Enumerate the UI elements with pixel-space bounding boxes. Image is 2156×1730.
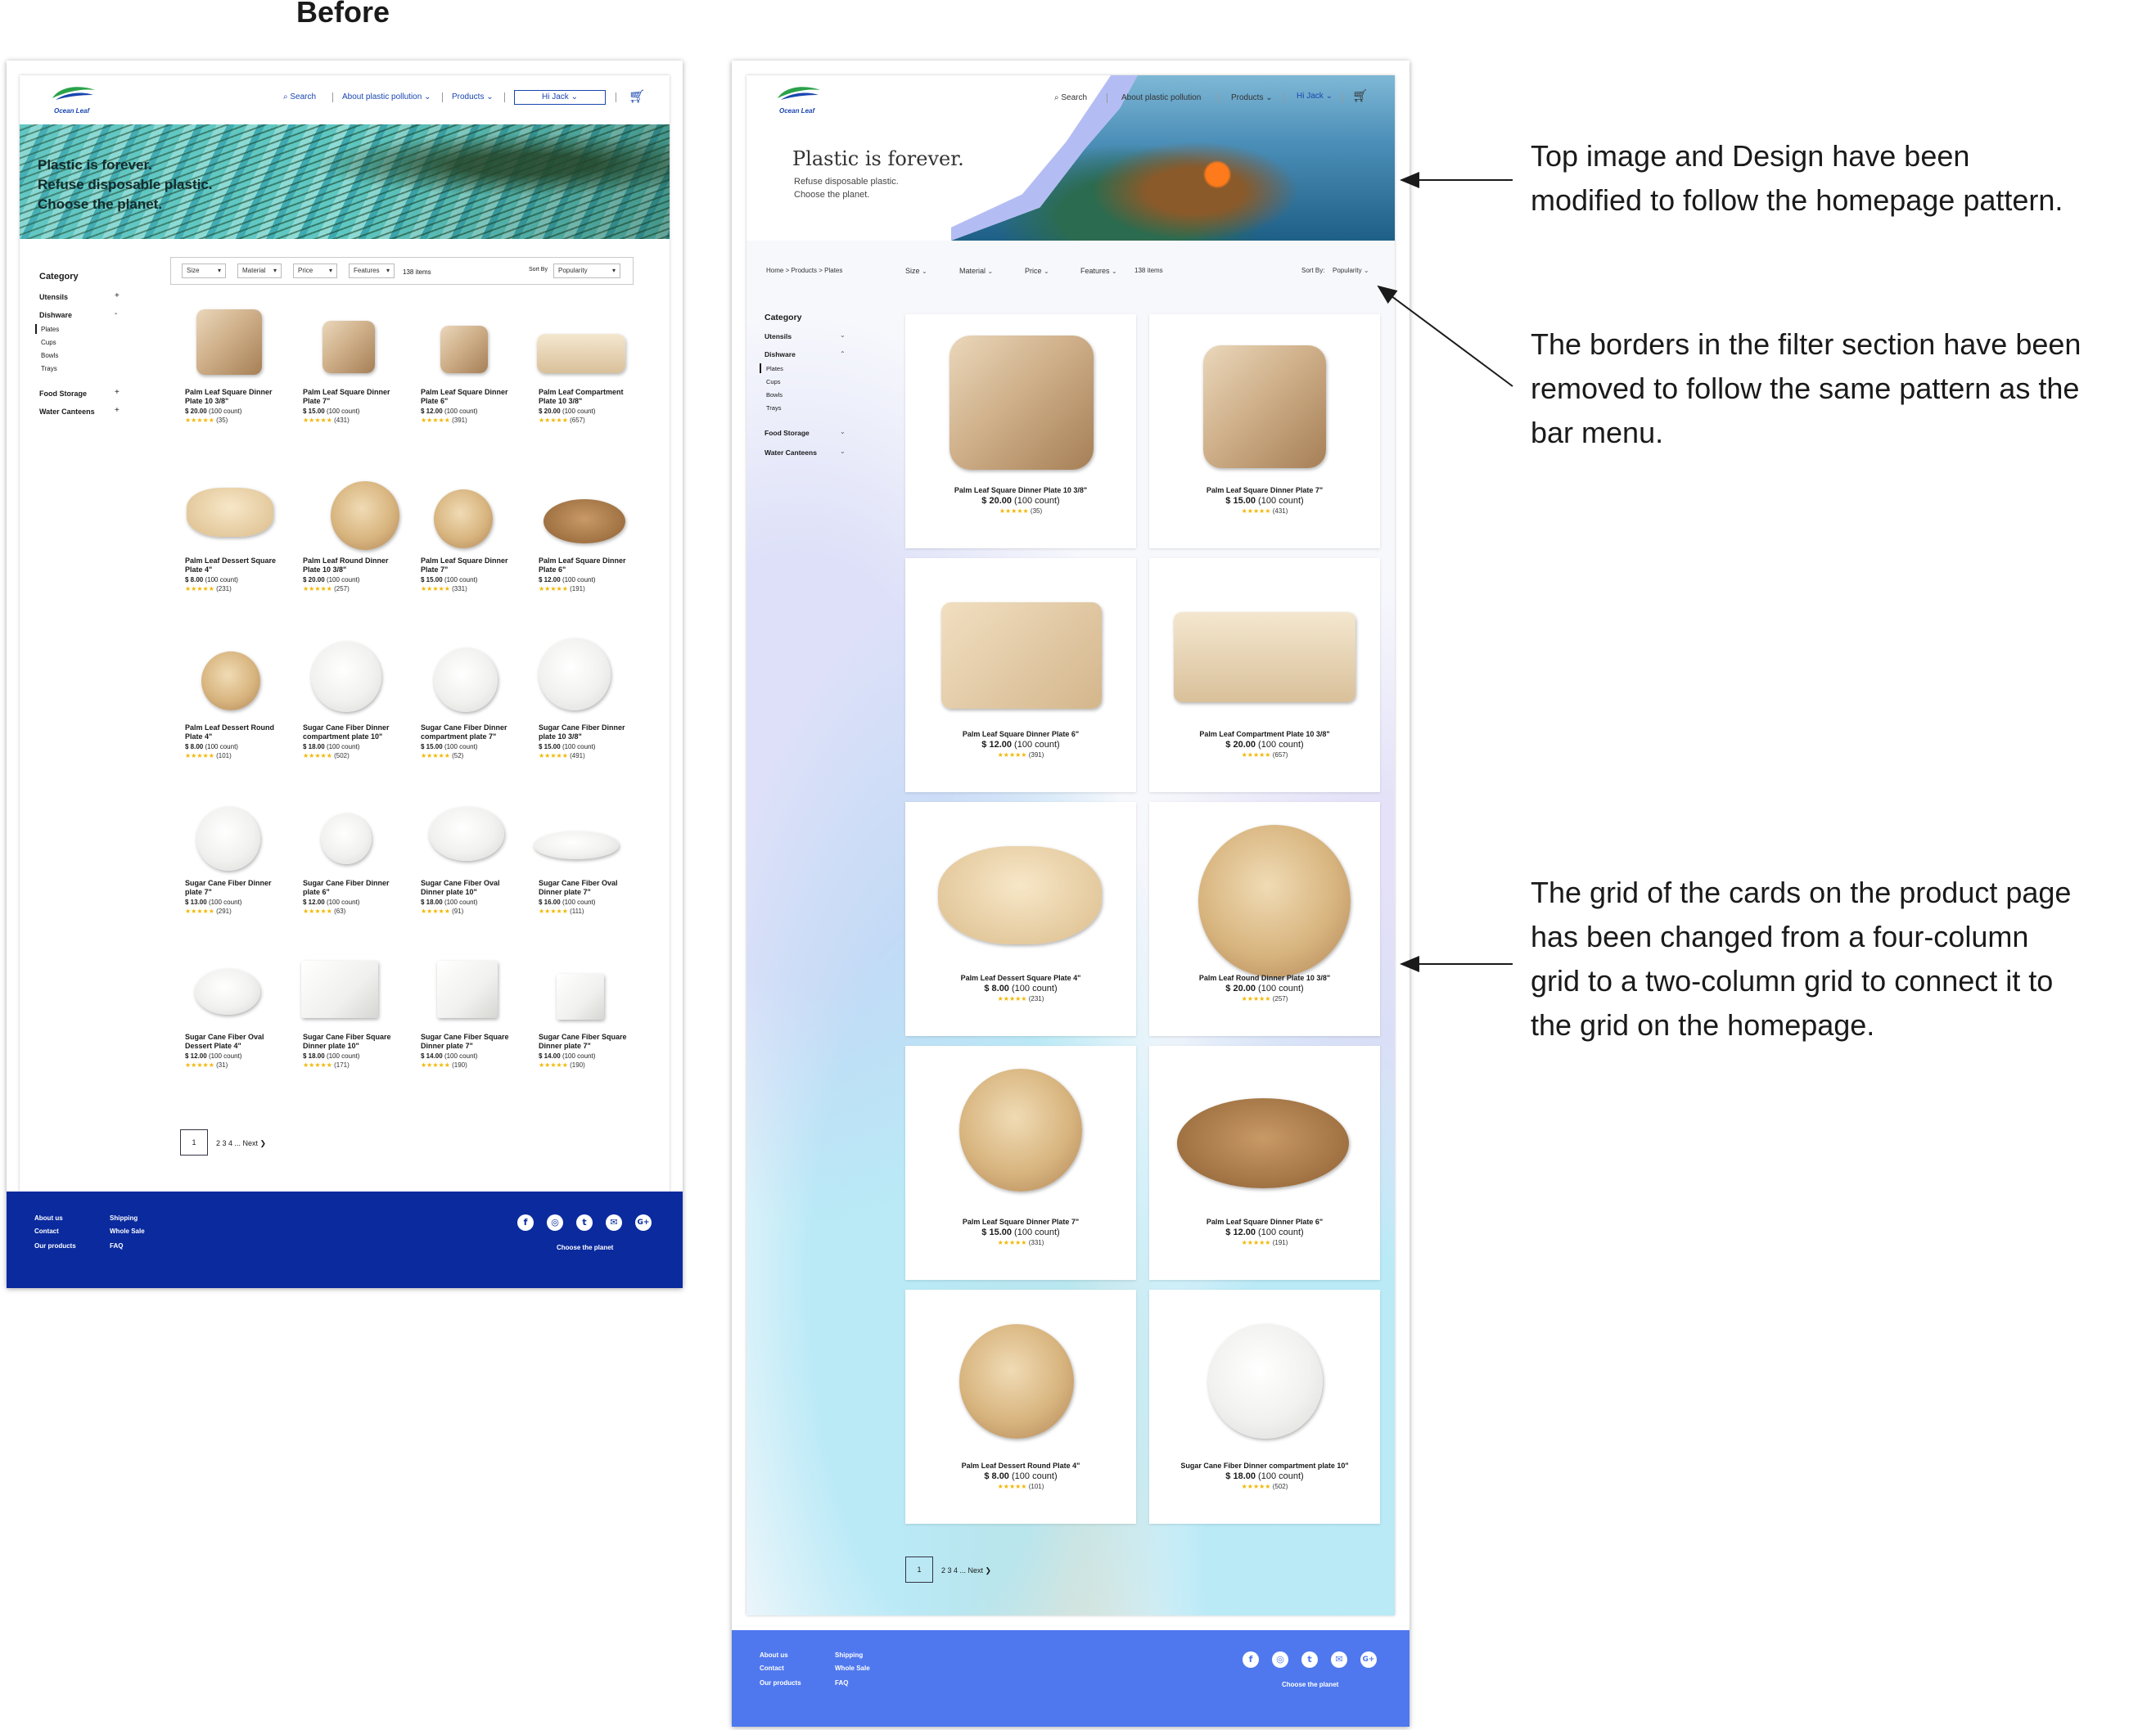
arrow-filter [1377,285,1513,387]
annotation-hero: Top image and Design have been modified … [1531,139,2064,217]
annotation-arrows [1377,172,1513,972]
annotation-filter: The borders in the filter section have b… [1531,327,2082,449]
annotation-grid: The grid of the cards on the product pag… [1531,876,2072,1042]
